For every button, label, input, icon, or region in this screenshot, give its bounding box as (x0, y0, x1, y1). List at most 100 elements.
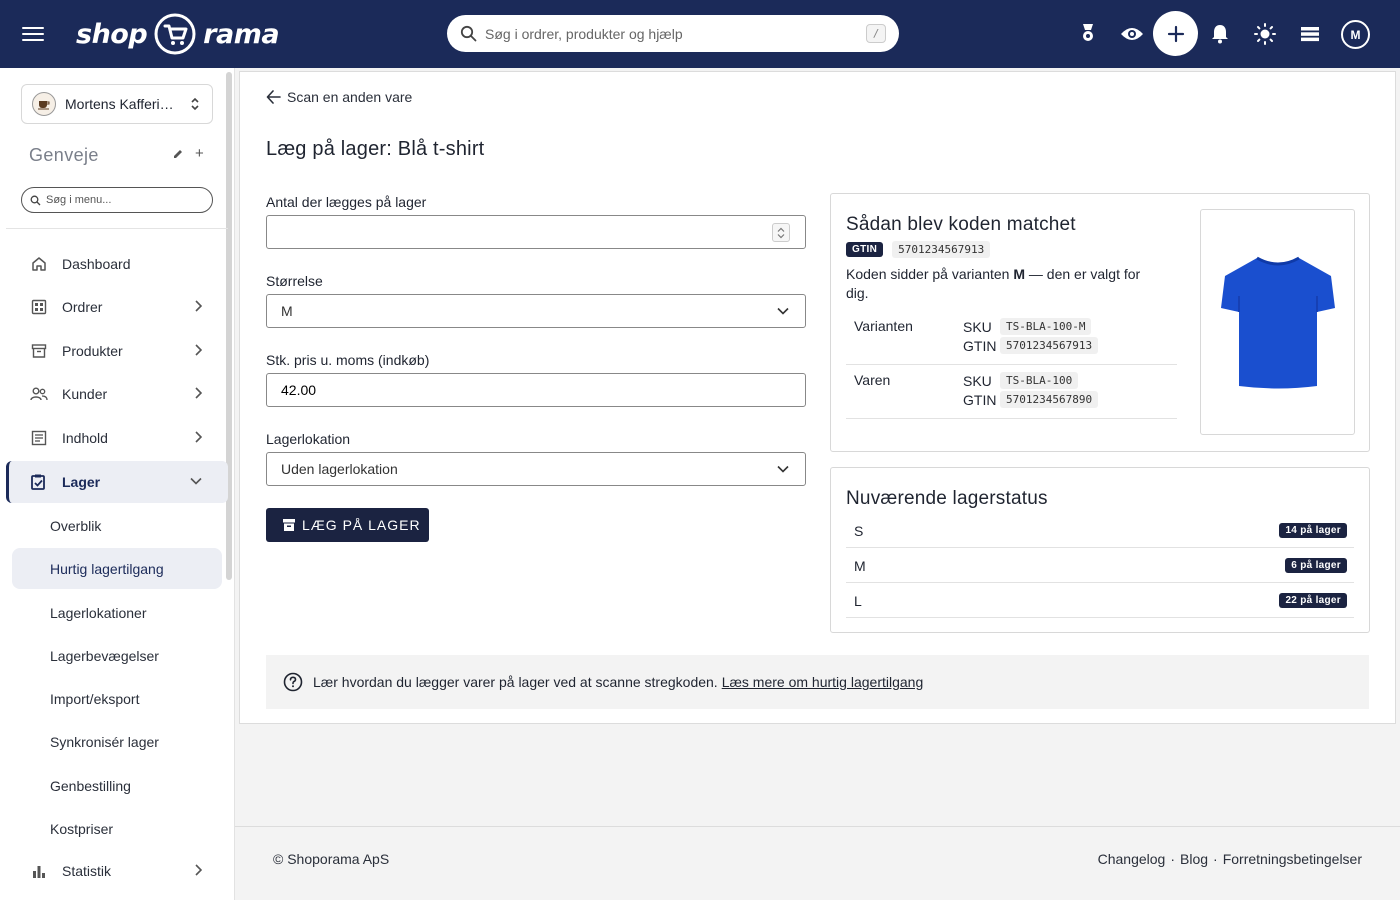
create-button[interactable] (1153, 11, 1198, 56)
sidebar-item-dashboard[interactable]: Dashboard (6, 243, 228, 285)
sidebar-scrollbar[interactable] (226, 72, 232, 580)
sidebar-item-lager[interactable]: Lager (6, 461, 228, 503)
sidebar-sub-overblik[interactable]: Overblik (12, 505, 222, 546)
menu-search[interactable] (21, 187, 213, 213)
footer-link-blog[interactable]: Blog (1180, 851, 1208, 867)
size-select[interactable]: M (266, 294, 806, 328)
add-to-stock-button[interactable]: LÆG PÅ LAGER (266, 508, 429, 542)
chevron-right-icon (195, 300, 202, 312)
match-description: Koden sidder på varianten M — den er val… (846, 265, 1166, 303)
chevron-down-icon (777, 307, 789, 315)
help-text: Lær hvordan du lægger varer på lager ved… (313, 674, 718, 690)
sidebar-item-ordrer[interactable]: Ordrer (6, 286, 228, 328)
help-link[interactable]: Læs mere om hurtig lagertilgang (722, 674, 924, 690)
coffee-cup-icon (38, 101, 50, 110)
orders-grid-icon (30, 298, 48, 316)
size-select-value: M (281, 303, 293, 319)
arrow-left-icon (266, 90, 281, 104)
people-icon (30, 385, 48, 403)
gtin-key: GTIN (963, 391, 997, 408)
bell-icon[interactable] (1206, 20, 1234, 48)
store-selector[interactable]: Mortens Kafferi… (21, 84, 213, 124)
user-avatar[interactable]: M (1341, 20, 1370, 49)
sidebar-divider (6, 228, 228, 229)
theme-sun-icon[interactable] (1251, 20, 1279, 48)
stock-qty-badge: 14 på lager (1279, 523, 1347, 538)
sidebar-item-label: Produkter (62, 343, 123, 359)
gtin-badge: GTIN (846, 242, 884, 257)
sidebar-item-label: Statistik (62, 863, 112, 879)
stock-size: L (854, 593, 862, 609)
sidebar-item-label: Ordrer (62, 299, 103, 315)
sidebar-item-statistik[interactable]: Statistik (6, 850, 228, 892)
sidebar-item-produkter[interactable]: Produkter (6, 330, 228, 372)
edit-pencil-icon[interactable] (172, 148, 184, 160)
location-label: Lagerlokation (266, 431, 351, 447)
plus-icon (1167, 25, 1184, 42)
back-link[interactable]: Scan en anden vare (266, 89, 412, 105)
storage-list-icon[interactable] (1296, 20, 1324, 48)
sidebar-item-kunder[interactable]: Kunder (6, 373, 228, 415)
help-circle-icon (283, 672, 303, 692)
quantity-input[interactable] (281, 224, 761, 240)
match-row-product: Varen SKU TS-BLA-100 GTIN 5701234567890 (846, 366, 1177, 419)
tshirt-image (1220, 256, 1335, 389)
shortcuts-title: Genveje (29, 145, 99, 165)
cart-logo-icon (154, 13, 196, 55)
store-avatar (32, 92, 56, 116)
stock-size: M (854, 558, 866, 574)
award-icon[interactable] (1074, 20, 1102, 48)
stock-status-title: Nuværende lagerstatus (846, 488, 1048, 509)
footer-link-terms[interactable]: Forretningsbetingelser (1223, 851, 1362, 867)
top-bar: shop rama / M (0, 0, 1400, 68)
footer-links: Changelog · Blog · Forretningsbetingelse… (1098, 851, 1362, 867)
footer-separator: · (1213, 851, 1218, 867)
sidebar-sub-lagerbevaegelser[interactable]: Lagerbevægelser (12, 635, 222, 676)
footer-link-changelog[interactable]: Changelog (1098, 851, 1166, 867)
location-select-value: Uden lagerlokation (281, 461, 398, 477)
quantity-stepper[interactable] (772, 223, 790, 242)
sidebar-sub-lagerlokationer[interactable]: Lagerlokationer (12, 592, 222, 633)
menu-search-input[interactable] (46, 194, 196, 206)
quantity-field[interactable] (266, 215, 806, 249)
preview-eye-icon[interactable] (1118, 20, 1146, 48)
chevron-right-icon (195, 344, 202, 356)
chevron-down-icon (777, 465, 789, 473)
menu-icon[interactable] (22, 24, 44, 44)
footer-separator: · (1170, 851, 1175, 867)
sidebar-sub-kostpriser[interactable]: Kostpriser (12, 808, 222, 849)
match-row-label: Varianten (854, 318, 913, 334)
logo-text-left: shop (76, 18, 148, 50)
logo[interactable]: shop rama (76, 11, 280, 57)
size-label: Størrelse (266, 273, 323, 289)
match-desc-before: Koden sidder på varianten (846, 266, 1014, 282)
chevron-right-icon (195, 431, 202, 443)
price-label: Stk. pris u. moms (indkøb) (266, 352, 430, 368)
sidebar-sub-hurtig-lagertilgang[interactable]: Hurtig lagertilgang (12, 548, 222, 589)
archive-box-icon (283, 519, 295, 531)
product-gtin: 5701234567890 (1000, 391, 1099, 408)
location-select[interactable]: Uden lagerlokation (266, 452, 806, 486)
match-desc-variant: M (1013, 266, 1026, 282)
chevron-right-icon (195, 864, 202, 876)
logo-text-right: rama (203, 18, 280, 50)
sidebar-sub-synkroniser-lager[interactable]: Synkronisér lager (12, 721, 222, 762)
product-image (1200, 209, 1355, 435)
sidebar-sub-genbestilling[interactable]: Genbestilling (12, 765, 222, 806)
home-icon (30, 255, 48, 273)
add-shortcut-icon[interactable]: + (195, 145, 204, 162)
global-search-input[interactable] (485, 25, 845, 42)
sidebar-item-label: Kunder (62, 386, 108, 402)
page-title: Læg på lager: Blå t-shirt (266, 138, 485, 160)
archive-box-icon (30, 342, 48, 360)
store-name: Mortens Kafferi… (65, 96, 174, 112)
sku-key: SKU (963, 372, 992, 389)
stock-size: S (854, 523, 864, 539)
match-row-label: Varen (854, 372, 891, 388)
price-field[interactable] (266, 373, 806, 407)
sidebar-sub-import-eksport[interactable]: Import/eksport (12, 678, 222, 719)
global-search[interactable]: / (447, 15, 899, 52)
gtin-key: GTIN (963, 337, 997, 354)
sidebar-item-indhold[interactable]: Indhold (6, 417, 228, 459)
price-input[interactable] (281, 382, 761, 398)
